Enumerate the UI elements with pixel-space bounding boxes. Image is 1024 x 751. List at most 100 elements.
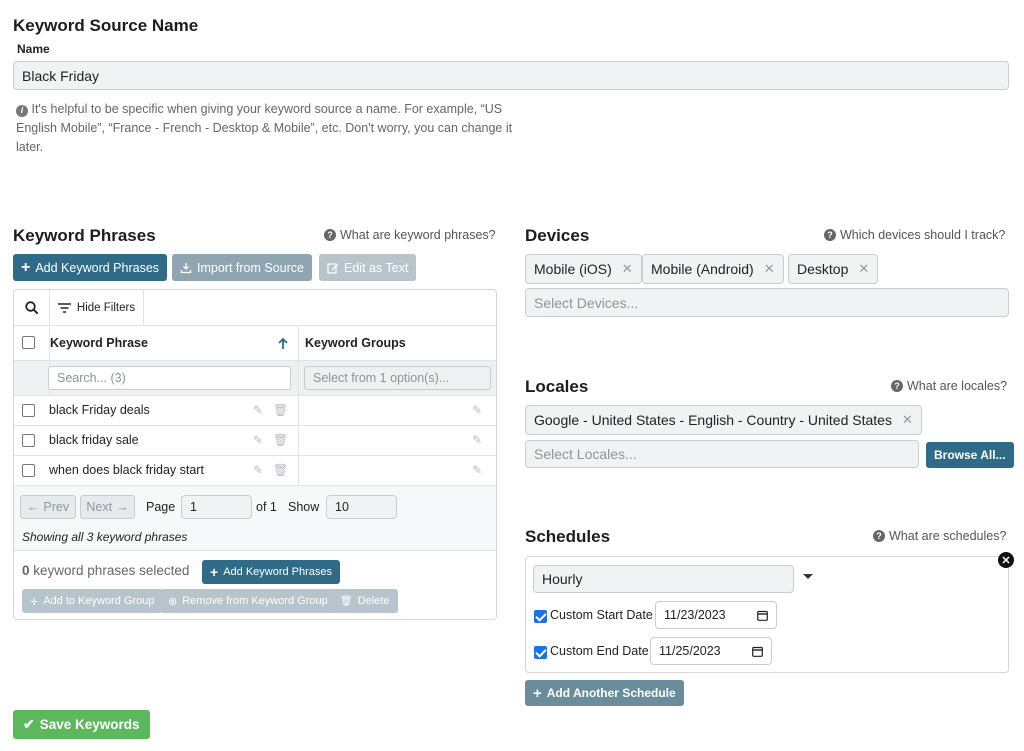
start-date-value: 11/23/2023 — [664, 608, 726, 622]
locale-chips: Google - United States - English - Count… — [525, 405, 925, 435]
device-chip-label: Mobile (Android) — [651, 261, 754, 277]
remove-chip-icon[interactable]: ✕ — [764, 261, 775, 277]
calendar-icon[interactable] — [757, 610, 768, 621]
edit-icon[interactable]: ✎ — [253, 463, 263, 477]
add-keyword-phrases-button[interactable]: + Add Keyword Phrases — [13, 254, 168, 281]
trash-icon: 🗑 — [340, 595, 353, 607]
plus-icon: + — [210, 564, 219, 580]
question-icon: ? — [324, 229, 336, 241]
devices-select[interactable]: Select Devices... — [525, 288, 1009, 317]
trash-icon[interactable]: 🗑 — [273, 463, 288, 477]
custom-start-checkbox[interactable] — [534, 610, 547, 623]
name-hint-text: It's helpful to be specific when giving … — [16, 102, 513, 154]
arrow-left-icon: ← — [26, 500, 40, 514]
page-size-input[interactable]: 10 — [326, 495, 397, 519]
show-label: Show — [288, 500, 320, 514]
page-count: of 1 — [256, 500, 277, 514]
locales-help-link[interactable]: ? What are locales? — [891, 379, 1007, 393]
selection-footer: 0 keyword phrases selected + Add Keyword… — [14, 550, 496, 620]
name-hint: i It's helpful to be specific when givin… — [16, 100, 516, 157]
remove-chip-icon[interactable]: ✕ — [622, 261, 633, 277]
custom-end-label: Custom End Date — [550, 644, 649, 658]
remove-from-keyword-group-button[interactable]: ⊗ Remove from Keyword Group — [160, 589, 336, 613]
locales-help-text: What are locales? — [907, 379, 1008, 393]
search-toggle[interactable] — [14, 290, 50, 325]
remove-chip-icon[interactable]: ✕ — [902, 412, 913, 428]
prev-page-button[interactable]: ← Prev — [20, 495, 76, 519]
add-keyword-phrases-footer-button[interactable]: + Add Keyword Phrases — [202, 560, 341, 584]
import-icon — [180, 262, 192, 273]
edit-as-text-button[interactable]: Edit as Text — [319, 254, 417, 281]
phrases-help-text: What are keyword phrases? — [340, 228, 496, 242]
locales-heading: Locales — [525, 377, 589, 396]
edit-groups-icon[interactable]: ✎ — [472, 463, 482, 477]
groups-filter-select[interactable]: Select from 1 option(s)... — [304, 366, 491, 390]
select-all-checkbox[interactable] — [22, 336, 35, 349]
hide-filters-button[interactable]: Hide Filters — [50, 290, 144, 325]
custom-end-checkbox[interactable] — [534, 646, 547, 659]
trash-icon[interactable]: 🗑 — [273, 403, 288, 417]
row-checkbox[interactable] — [22, 464, 35, 477]
save-keywords-label: Save Keywords — [39, 717, 140, 732]
name-input[interactable]: Black Friday — [13, 61, 1009, 90]
add-keyword-phrases-label: Add Keyword Phrases — [35, 260, 160, 275]
question-icon: ? — [824, 229, 836, 241]
filter-icon — [57, 302, 71, 313]
pagination-area: ← Prev Next → Page 1 of 1 Show 10 Showin… — [14, 485, 496, 550]
browse-all-label: Browse All... — [934, 448, 1006, 462]
browse-all-button[interactable]: Browse All... — [926, 442, 1014, 468]
locale-chip: Google - United States - English - Count… — [525, 405, 922, 435]
edit-groups-icon[interactable]: ✎ — [472, 403, 482, 417]
phrases-heading: Keyword Phrases — [13, 226, 156, 245]
trash-icon[interactable]: 🗑 — [273, 433, 288, 447]
delete-label: Delete — [357, 595, 390, 607]
edit-icon[interactable]: ✎ — [253, 403, 263, 417]
schedule-card: Hourly Custom Start Date 11/23/2023 Cust… — [525, 556, 1009, 673]
import-from-source-label: Import from Source — [197, 260, 304, 275]
row-checkbox[interactable] — [22, 404, 35, 417]
devices-help-link[interactable]: ? Which devices should I track? — [824, 228, 1005, 242]
end-date-value: 11/25/2023 — [659, 644, 721, 658]
edit-groups-icon[interactable]: ✎ — [472, 433, 482, 447]
device-chip: Mobile (Android) ✕ — [642, 254, 784, 284]
remove-schedule-icon[interactable]: ✕ — [998, 552, 1014, 568]
next-page-button[interactable]: Next → — [80, 495, 135, 519]
device-chip: Mobile (iOS) ✕ — [525, 254, 642, 284]
selected-label: keyword phrases selected — [33, 563, 190, 578]
devices-heading: Devices — [525, 226, 590, 245]
remove-icon: ⊗ — [168, 595, 178, 608]
start-date-input[interactable]: 11/23/2023 — [655, 601, 777, 629]
add-to-keyword-group-button[interactable]: + Add to Keyword Group — [22, 589, 163, 613]
col-keyword-phrase-label[interactable]: Keyword Phrase — [50, 336, 148, 350]
custom-start-label: Custom Start Date — [550, 608, 653, 622]
page-input[interactable]: 1 — [181, 495, 252, 519]
row-phrase: when does black friday start — [49, 463, 204, 477]
schedules-help-link[interactable]: ? What are schedules? — [873, 529, 1006, 543]
check-icon: ✔ — [23, 716, 35, 732]
col-keyword-groups-label[interactable]: Keyword Groups — [305, 336, 406, 350]
calendar-icon[interactable] — [752, 646, 763, 657]
sort-ascending-icon[interactable] — [277, 337, 289, 350]
import-from-source-button[interactable]: Import from Source — [172, 254, 312, 281]
chevron-down-icon[interactable] — [803, 574, 813, 579]
remove-chip-icon[interactable]: ✕ — [858, 261, 869, 277]
keyword-table: Hide Filters Keyword Phrase Keyword Grou… — [13, 289, 497, 620]
save-keywords-button[interactable]: ✔ Save Keywords — [13, 710, 150, 739]
table-header-row: Keyword Phrase Keyword Groups — [14, 325, 496, 360]
hide-filters-label: Hide Filters — [76, 301, 136, 314]
phrase-search-input[interactable]: Search... (3) — [48, 366, 291, 390]
delete-button[interactable]: 🗑 Delete — [332, 589, 398, 613]
phrases-help-link[interactable]: ? What are keyword phrases? — [324, 228, 496, 242]
frequency-select[interactable]: Hourly — [533, 565, 794, 593]
row-checkbox[interactable] — [22, 434, 35, 447]
add-another-schedule-button[interactable]: + Add Another Schedule — [525, 680, 684, 706]
device-chips: Mobile (iOS) ✕ Mobile (Android) ✕ Deskto… — [525, 254, 1009, 284]
table-row: when does black friday start ✎ 🗑 ✎ — [14, 455, 496, 486]
edit-icon[interactable]: ✎ — [253, 433, 263, 447]
locales-select[interactable]: Select Locales... — [525, 440, 919, 468]
edit-as-text-label: Edit as Text — [344, 260, 409, 275]
table-row: black Friday deals ✎ 🗑 ✎ — [14, 395, 496, 426]
end-date-input[interactable]: 11/25/2023 — [650, 637, 772, 665]
device-chip-label: Desktop — [797, 261, 849, 277]
prev-label: Prev — [43, 500, 70, 514]
